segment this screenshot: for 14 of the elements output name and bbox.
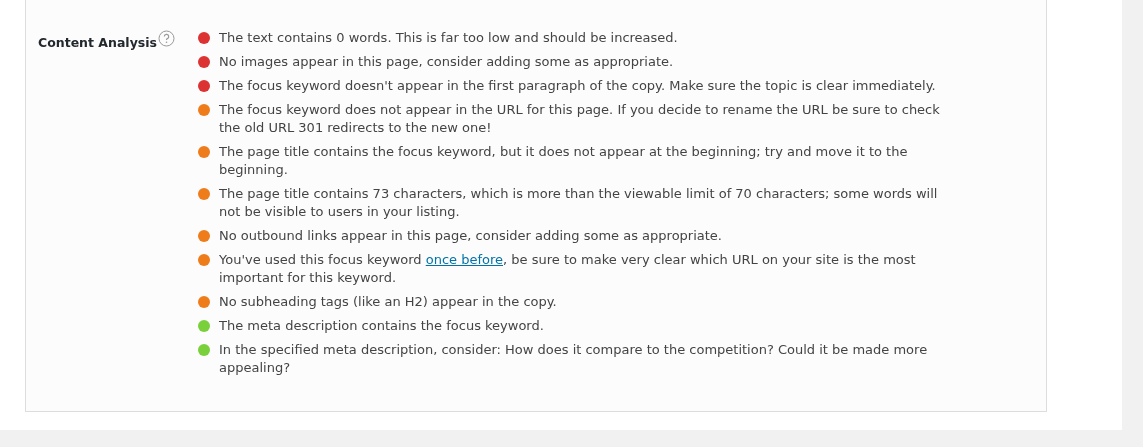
analysis-text: No images appear in this page, consider adding some as appropriate. — [219, 53, 674, 71]
analysis-text: No outbound links appear in this page, consider adding some as appropriate. — [219, 227, 722, 245]
once-before-link[interactable]: once before — [425, 252, 504, 267]
analysis-text: The page title contains 73 characters, which is more than the viewable limit of 70 characters; some words will not be visible to users in your listing. — [219, 185, 939, 221]
analysis-text: You've used this focus keyword once before, be sure to make very clear which URL on your site is the most important for this keyword. — [219, 251, 917, 287]
analysis-text: No subheading tags (like an H2) appear in the copy. — [219, 293, 557, 311]
help-icon[interactable] — [158, 30, 175, 47]
analysis-text: In the specified meta description, consider: How does it compare to the competition? Could it be made more appealing? — [219, 341, 929, 377]
section-label: Content Analysis — [38, 35, 157, 50]
analysis-text: The meta description contains the focus keyword. — [219, 317, 544, 335]
analysis-text: The text contains 0 words. This is far too low and should be increased. — [219, 29, 678, 47]
analysis-text: The focus keyword does not appear in the URL for this page. If you decide to rename the URL be sure to check the old URL 301 redirects to the new one! — [219, 101, 941, 137]
analysis-text: The focus keyword doesn't appear in the first paragraph of the copy. Make sure the topic is clear immediately. — [219, 77, 936, 95]
analysis-text: The page title contains the focus keyword, but it does not appear at the beginning; try and move it to the beginning. — [219, 143, 909, 179]
